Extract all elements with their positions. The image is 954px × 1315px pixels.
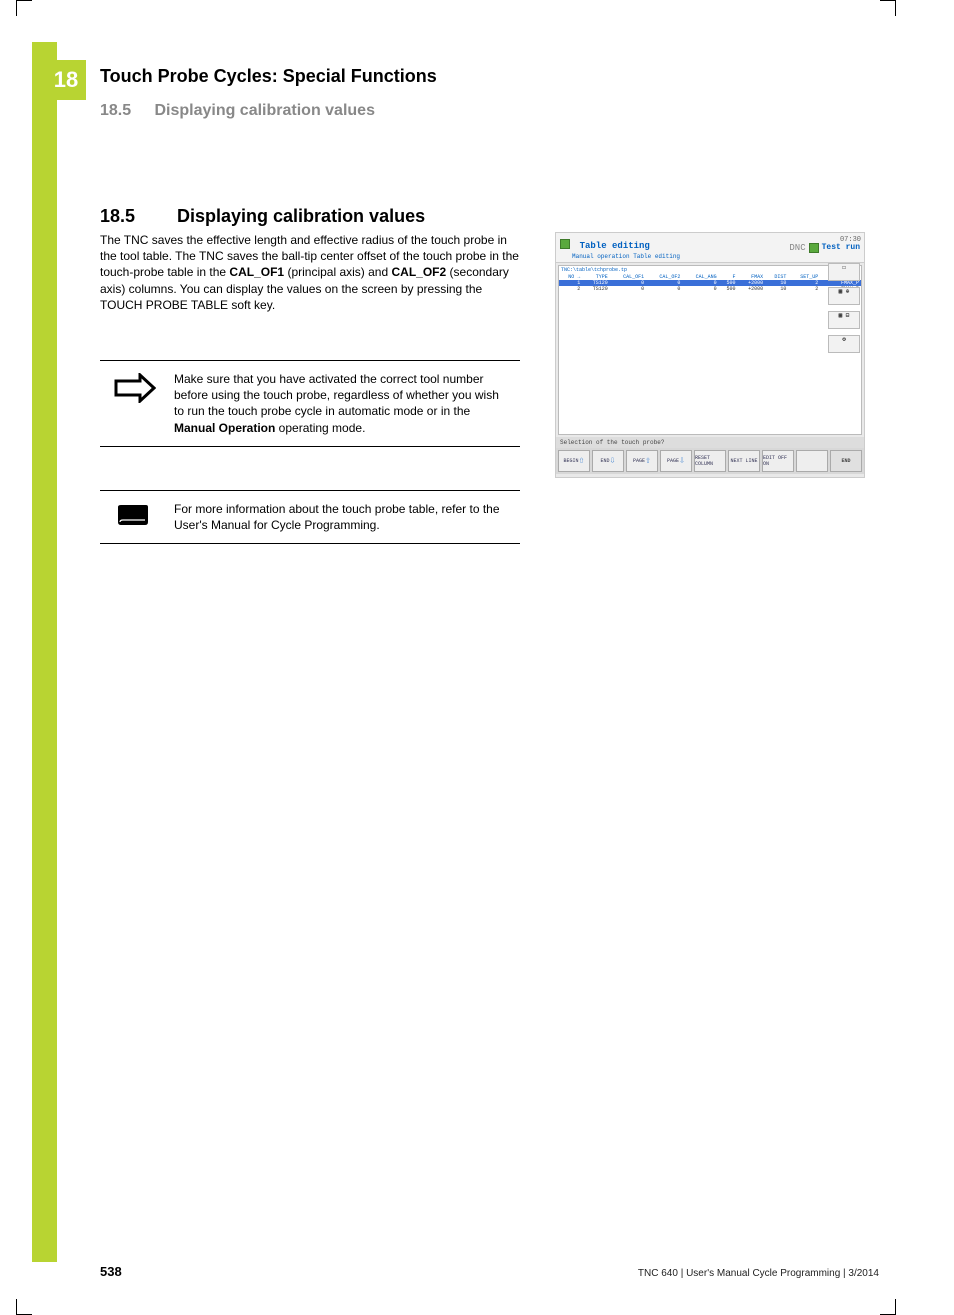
- chapter-title: Touch Probe Cycles: Special Functions: [100, 66, 437, 87]
- screenshot-title-line: Table editing: [560, 235, 680, 253]
- section-heading: 18.5 Displaying calibration values: [100, 206, 425, 227]
- screenshot-side-buttons: ☐ ▦ ⊕ ▦ ⊟ ⚙: [828, 263, 860, 353]
- arrow-right-icon: [114, 373, 156, 403]
- td: TS120: [582, 286, 610, 292]
- softkey: EDIT OFF ON: [762, 450, 794, 472]
- softkey: [796, 450, 828, 472]
- page-number: 538: [100, 1264, 122, 1279]
- crop-mark: [880, 1299, 896, 1315]
- screenshot-subtitle: Manual operation Table editing: [560, 253, 680, 260]
- softkey-end: END: [830, 450, 862, 472]
- screenshot-table: NO → TYPE CAL_OF1 CAL_OF2 CAL_ANG F FMAX…: [559, 274, 861, 292]
- screenshot-right-group: DNC Test run: [789, 243, 860, 253]
- td: 2: [788, 286, 820, 292]
- crop-mark: [16, 1299, 32, 1315]
- chapter-number-tab: 18: [46, 60, 86, 100]
- book-icon: [114, 503, 152, 529]
- screenshot-path: TNC:\table\tchprobe.tp: [559, 266, 861, 274]
- crop-mark: [16, 0, 32, 16]
- note-box-book: For more information about the touch pro…: [100, 490, 520, 544]
- side-button-icon: ▦ ⊟: [828, 311, 860, 329]
- softkey: BEGIN⇧: [558, 450, 590, 472]
- screenshot-title: Table editing: [580, 241, 650, 251]
- side-button-icon: ⚙: [828, 335, 860, 353]
- heading-title: Displaying calibration values: [177, 206, 425, 226]
- body-text-2: (principal axis) and: [284, 265, 391, 279]
- subsection-header: 18.5 Displaying calibration values: [100, 102, 375, 120]
- side-button-icon: ▦ ⊕: [828, 287, 860, 305]
- table-row: 2 TS120 0 0 0 500 +2000 10 2 FMAX_P: [559, 286, 861, 292]
- heading-number: 18.5: [100, 206, 172, 227]
- note-box-arrow: Make sure that you have activated the co…: [100, 360, 520, 447]
- body-paragraph: The TNC saves the effective length and e…: [100, 232, 520, 313]
- screenshot-time: 07:30: [840, 236, 861, 244]
- td: 500: [719, 286, 738, 292]
- dnc-label: DNC: [789, 243, 805, 253]
- side-button-icon: ☐: [828, 263, 860, 281]
- note2-text: For more information about the touch pro…: [174, 502, 500, 532]
- arrow-down-icon: ⇩: [609, 455, 615, 467]
- body-bold-1: CAL_OF1: [229, 265, 284, 279]
- mode-icon: [809, 243, 819, 253]
- subsection-title: Displaying calibration values: [154, 102, 375, 119]
- subsection-number: 18.5: [100, 102, 150, 120]
- note1-text-b: operating mode.: [275, 421, 365, 435]
- screenshot-body: TNC:\table\tchprobe.tp NO → TYPE CAL_OF1…: [558, 265, 862, 435]
- screenshot-testrun: Test run: [822, 243, 860, 252]
- td: 10: [765, 286, 788, 292]
- softkey: RESET COLUMN: [694, 450, 726, 472]
- td: 0: [682, 286, 718, 292]
- tnc-screenshot: 07:30 Table editing Manual operation Tab…: [555, 232, 865, 478]
- side-green-band: [32, 42, 57, 1262]
- arrow-up-icon: ⇧: [645, 455, 651, 467]
- mode-icon: [560, 239, 570, 249]
- note1-text-a: Make sure that you have activated the co…: [174, 372, 499, 418]
- footer-text: TNC 640 | User's Manual Cycle Programmin…: [638, 1268, 879, 1279]
- td: 0: [646, 286, 682, 292]
- note1-bold: Manual Operation: [174, 421, 275, 435]
- td: +2000: [738, 286, 766, 292]
- screenshot-statusbar: Selection of the touch probe?: [556, 437, 864, 448]
- screenshot-softkeys: BEGIN⇧ END⇩ PAGE⇧ PAGE⇩ RESET COLUMN NEX…: [556, 448, 864, 474]
- softkey: NEXT LINE: [728, 450, 760, 472]
- softkey: PAGE⇩: [660, 450, 692, 472]
- screenshot-titlebar: Table editing Manual operation Table edi…: [556, 233, 864, 263]
- softkey: END⇩: [592, 450, 624, 472]
- arrow-up-icon: ⇧: [578, 455, 584, 467]
- arrow-down-icon: ⇩: [679, 455, 685, 467]
- softkey: PAGE⇧: [626, 450, 658, 472]
- page: 18 Touch Probe Cycles: Special Functions…: [0, 0, 954, 1315]
- td: 0: [610, 286, 646, 292]
- crop-mark: [880, 0, 896, 16]
- body-bold-2: CAL_OF2: [392, 265, 447, 279]
- td: 2: [559, 286, 582, 292]
